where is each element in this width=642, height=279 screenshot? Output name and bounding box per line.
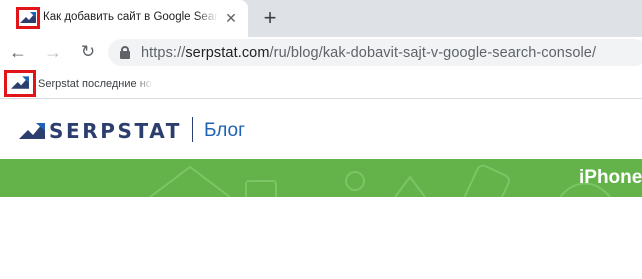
promo-banner[interactable]: iPhone [0,159,642,197]
banner-decoration [149,164,611,197]
new-tab-button[interactable]: + [258,6,282,30]
url-path: /ru/blog/kak-dobavit-sajt-v-google-searc… [269,45,597,61]
serpstat-logo-icon [19,123,45,139]
bookmark-item-label[interactable]: Serpstat последние но [38,78,153,90]
url-scheme: https:// [141,45,186,61]
site-header: SERPSTAT [0,100,642,159]
back-arrow-icon[interactable]: ← [6,40,30,64]
lock-icon[interactable] [120,46,130,59]
reload-icon[interactable]: ↻ [76,40,100,64]
logo-text: SERPSTAT [49,119,182,143]
tab-title: Как добавить сайт в Google Search [43,11,218,23]
page-content [0,197,642,279]
url-text[interactable]: https://serpstat.com/ru/blog/kak-dobavit… [141,45,596,61]
blog-section-link[interactable]: Блог [204,119,245,143]
browser-tab-active[interactable]: Как добавить сайт в Google Search ✕ [0,0,248,37]
bookmarks-bar: Serpstat последние но [0,68,642,99]
serpstat-bookmark-icon[interactable] [4,70,36,97]
serpstat-favicon-icon [16,7,40,29]
url-host: serpstat.com [185,45,270,61]
logo-divider [192,117,193,142]
browser-toolbar: ← → ↻ https://serpstat.com/ru/blog/kak-d… [0,37,642,68]
banner-text: iPhone [579,167,642,188]
close-tab-icon[interactable]: ✕ [223,10,239,26]
tab-strip: Как добавить сайт в Google Search ✕ + [0,0,642,37]
forward-arrow-icon[interactable]: → [41,40,65,64]
address-bar[interactable]: https://serpstat.com/ru/blog/kak-dobavit… [108,39,642,66]
